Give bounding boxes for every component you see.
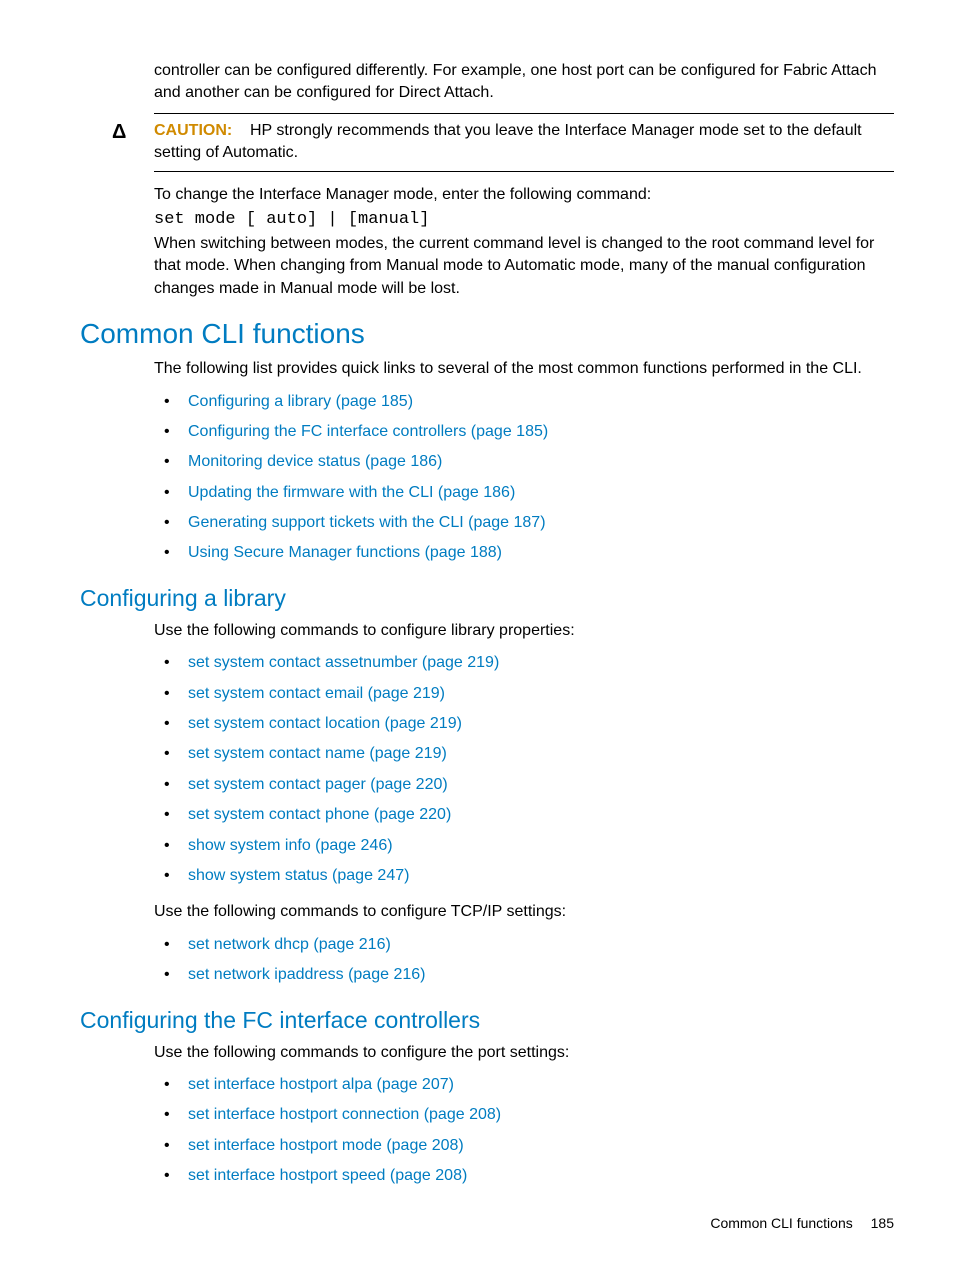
link[interactable]: set network dhcp (page 216) <box>188 936 391 953</box>
config-lib-tcpip-intro: Use the following commands to configure … <box>154 901 894 923</box>
list-item: set interface hostport alpa (page 207) <box>154 1070 894 1100</box>
link[interactable]: set interface hostport connection (page … <box>188 1106 501 1123</box>
list-item: set system contact phone (page 220) <box>154 800 894 830</box>
heading-configuring-library: Configuring a library <box>80 585 894 612</box>
list-item: set network dhcp (page 216) <box>154 930 894 960</box>
config-lib-intro: Use the following commands to configure … <box>154 620 894 642</box>
link[interactable]: set system contact phone (page 220) <box>188 806 451 823</box>
list-item: set system contact pager (page 220) <box>154 770 894 800</box>
link[interactable]: set system contact email (page 219) <box>188 685 445 702</box>
list-item: show system status (page 247) <box>154 861 894 891</box>
list-item: Generating support tickets with the CLI … <box>154 508 894 538</box>
config-lib-link-list: set system contact assetnumber (page 219… <box>154 648 894 891</box>
link[interactable]: Monitoring device status (page 186) <box>188 453 442 470</box>
link[interactable]: set system contact assetnumber (page 219… <box>188 654 499 671</box>
list-item: set system contact email (page 219) <box>154 679 894 709</box>
config-fc-intro: Use the following commands to configure … <box>154 1042 894 1064</box>
list-item: set interface hostport connection (page … <box>154 1100 894 1130</box>
code-set-mode: set mode [ auto] | [manual] <box>154 210 894 229</box>
footer-page-number: 185 <box>871 1215 894 1231</box>
list-item: set system contact location (page 219) <box>154 709 894 739</box>
list-item: set system contact name (page 219) <box>154 739 894 769</box>
caution-text: HP strongly recommends that you leave th… <box>154 122 862 161</box>
list-item: set network ipaddress (page 216) <box>154 960 894 990</box>
link[interactable]: show system status (page 247) <box>188 867 409 884</box>
intro-continuation: controller can be configured differently… <box>154 60 894 105</box>
common-link-list: Configuring a library (page 185) Configur… <box>154 387 894 569</box>
list-item: Configuring the FC interface controllers… <box>154 417 894 447</box>
change-mode-text: To change the Interface Manager mode, en… <box>154 184 894 206</box>
config-lib-tcpip-link-list: set network dhcp (page 216) set network i… <box>154 930 894 991</box>
link[interactable]: set system contact location (page 219) <box>188 715 462 732</box>
link[interactable]: set interface hostport speed (page 208) <box>188 1167 467 1184</box>
list-item: set interface hostport speed (page 208) <box>154 1161 894 1191</box>
link[interactable]: Configuring the FC interface controllers… <box>188 423 548 440</box>
link[interactable]: set system contact name (page 219) <box>188 745 447 762</box>
common-intro: The following list provides quick links … <box>154 358 894 380</box>
list-item: Updating the firmware with the CLI (page… <box>154 478 894 508</box>
link[interactable]: set interface hostport mode (page 208) <box>188 1137 464 1154</box>
list-item: Using Secure Manager functions (page 188… <box>154 538 894 568</box>
link[interactable]: set network ipaddress (page 216) <box>188 966 425 983</box>
list-item: set system contact assetnumber (page 219… <box>154 648 894 678</box>
link[interactable]: Configuring a library (page 185) <box>188 393 413 410</box>
link[interactable]: show system info (page 246) <box>188 837 393 854</box>
list-item: Configuring a library (page 185) <box>154 387 894 417</box>
config-fc-link-list: set interface hostport alpa (page 207) se… <box>154 1070 894 1192</box>
list-item: Monitoring device status (page 186) <box>154 447 894 477</box>
list-item: show system info (page 246) <box>154 831 894 861</box>
page-footer: Common CLI functions 185 <box>710 1215 894 1231</box>
heading-common-cli-functions: Common CLI functions <box>80 318 894 350</box>
link[interactable]: Updating the firmware with the CLI (page… <box>188 484 515 501</box>
footer-title: Common CLI functions <box>710 1215 852 1231</box>
list-item: set interface hostport mode (page 208) <box>154 1131 894 1161</box>
link[interactable]: set system contact pager (page 220) <box>188 776 448 793</box>
caution-block: Δ CAUTION: HP strongly recommends that y… <box>154 113 894 172</box>
link[interactable]: Using Secure Manager functions (page 188… <box>188 544 502 561</box>
heading-configuring-fc: Configuring the FC interface controllers <box>80 1007 894 1034</box>
link[interactable]: set interface hostport alpa (page 207) <box>188 1076 454 1093</box>
link[interactable]: Generating support tickets with the CLI … <box>188 514 546 531</box>
caution-label: CAUTION: <box>154 122 232 139</box>
switching-text: When switching between modes, the curren… <box>154 233 894 300</box>
caution-icon: Δ <box>112 121 126 144</box>
